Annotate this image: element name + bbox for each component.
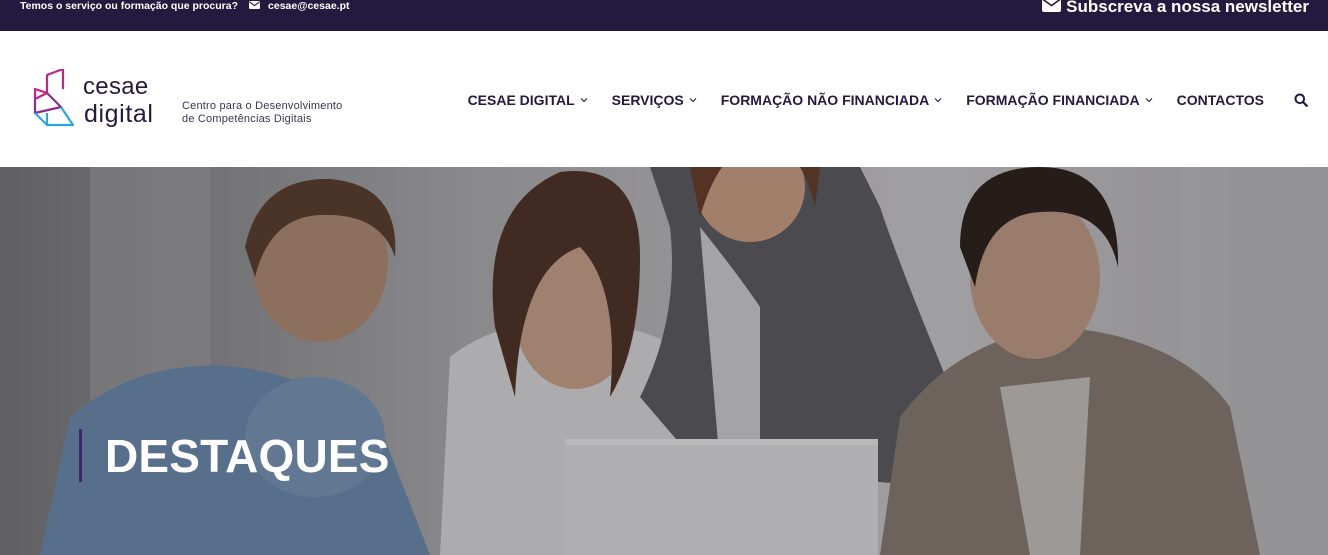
chevron-down-icon (580, 98, 588, 103)
nav-item-contactos[interactable]: CONTACTOS (1177, 92, 1264, 108)
chevron-down-icon (934, 98, 942, 103)
logo-tagline: Centro para o Desenvolvimento de Competê… (182, 100, 343, 126)
newsletter-label: Subscreva a nossa newsletter (1066, 0, 1309, 16)
newsletter-link[interactable]: Subscreva a nossa newsletter (1042, 0, 1309, 17)
nav-item-servicos[interactable]: SERVIÇOS (612, 92, 697, 108)
top-bar-email-link[interactable]: cesae@cesae.pt (268, 0, 349, 12)
top-bar: Temos o serviço ou formação que procura?… (0, 0, 1328, 31)
search-icon[interactable] (1294, 93, 1308, 107)
nav-item-formacao-financiada[interactable]: FORMAÇÃO FINANCIADA (966, 92, 1153, 108)
top-bar-left: Temos o serviço ou formação que procura?… (20, 0, 350, 12)
nav-item-label: FORMAÇÃO FINANCIADA (966, 92, 1140, 108)
nav-item-label: SERVIÇOS (611, 92, 684, 108)
nav-item-label: FORMAÇÃO NÃO FINANCIADA (720, 92, 930, 108)
chevron-down-icon (1145, 98, 1153, 103)
logo-tagline-line2: de Competências Digitais (182, 113, 312, 125)
hero-overlay (0, 167, 1328, 555)
top-bar-tagline: Temos o serviço ou formação que procura? (20, 0, 239, 12)
hero-title-block: DESTAQUES (79, 429, 390, 482)
envelope-icon (249, 0, 261, 12)
logo-word-cesae: cesae (83, 73, 149, 100)
hero-banner: DESTAQUES (0, 167, 1328, 555)
nav-item-label: CESAE DIGITAL (467, 92, 575, 108)
hero-title-accent-bar (79, 429, 82, 482)
logo-tagline-line1: Centro para o Desenvolvimento (182, 100, 343, 112)
main-nav: CESAE DIGITAL SERVIÇOS FORMAÇÃO NÃO FINA… (468, 89, 1308, 111)
envelope-icon (1042, 0, 1062, 17)
chevron-down-icon (689, 98, 697, 103)
site-header: cesae digital Centro para o Desenvolvime… (0, 31, 1328, 167)
logo-word-digital: digital (84, 100, 154, 128)
nav-item-formacao-nao-financiada[interactable]: FORMAÇÃO NÃO FINANCIADA (721, 92, 942, 108)
page-title: DESTAQUES (105, 429, 390, 482)
site-logo[interactable]: cesae digital Centro para o Desenvolvime… (33, 69, 368, 131)
nav-item-cesae-digital[interactable]: CESAE DIGITAL (468, 92, 588, 108)
logo-mark-icon (33, 69, 75, 127)
nav-item-label: CONTACTOS (1176, 92, 1264, 108)
